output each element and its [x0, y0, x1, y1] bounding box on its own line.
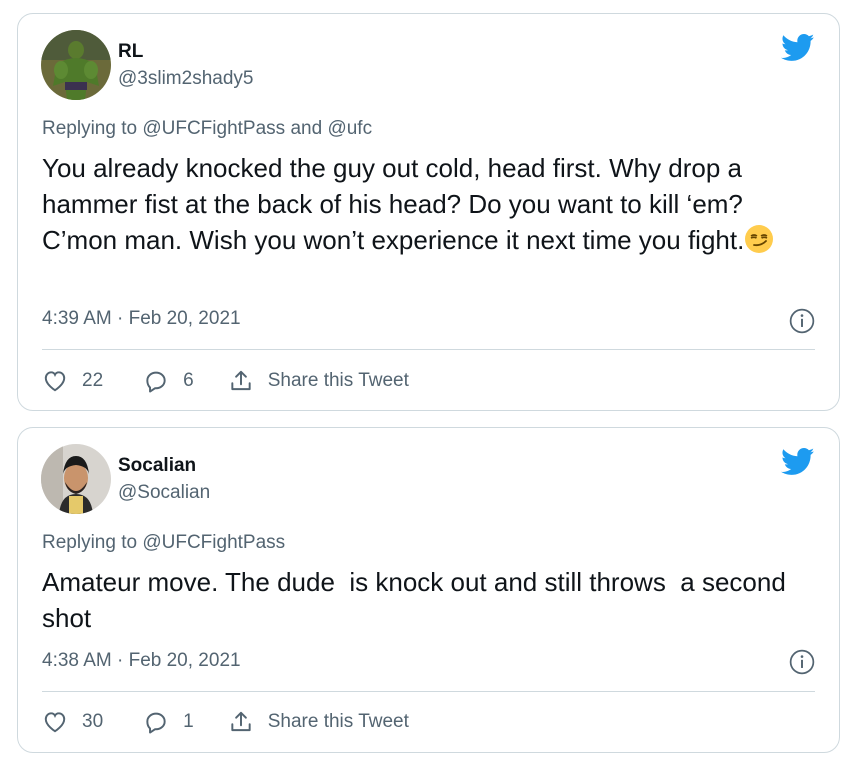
replying-prefix: Replying to [42, 532, 138, 553]
replying-prefix: Replying to [42, 118, 138, 139]
reply-button[interactable]: 6 [143, 368, 194, 394]
tweet-timestamp[interactable]: 4:39 AM · Feb 20, 2021 [42, 308, 241, 330]
display-name[interactable]: Socalian [118, 455, 196, 477]
heart-icon [44, 371, 66, 392]
share-icon [231, 711, 251, 732]
replying-to-line: Replying to @UFCFightPass and @ufc [42, 118, 372, 140]
reply-bubble-icon [146, 371, 166, 393]
mention-link[interactable]: @ufc [327, 118, 372, 139]
share-button[interactable]: Share this Tweet [228, 368, 409, 394]
twitter-bird-icon[interactable] [781, 34, 815, 62]
tweet-timestamp[interactable]: 4:38 AM · Feb 20, 2021 [42, 650, 241, 672]
info-icon[interactable] [789, 649, 815, 675]
share-button[interactable]: Share this Tweet [228, 709, 409, 735]
tweet-text: Amateur move. The dude is knock out and … [42, 567, 794, 633]
like-button[interactable]: 22 [42, 368, 103, 394]
mention-link[interactable]: @UFCFightPass [142, 118, 285, 139]
tweet-card[interactable]: RL @3slim2shady5 Replying to @UFCFightPa… [17, 13, 840, 411]
replying-to-line: Replying to @UFCFightPass [42, 532, 285, 554]
reply-count: 1 [183, 711, 194, 732]
reply-count: 6 [183, 370, 194, 391]
avatar[interactable] [41, 30, 111, 100]
username-handle[interactable]: @3slim2shady5 [118, 68, 253, 90]
mention-link[interactable]: @UFCFightPass [142, 532, 285, 553]
smirking-face-emoji [745, 225, 774, 253]
share-icon [231, 370, 251, 391]
share-label: Share this Tweet [267, 711, 409, 732]
like-count: 22 [82, 370, 104, 391]
twitter-bird-icon[interactable] [781, 448, 815, 476]
divider [42, 691, 815, 692]
heart-icon [44, 712, 66, 733]
action-bar: 30 1 Share this Tweet [42, 707, 815, 737]
tweet-text-content: You already knocked the guy out cold, he… [42, 153, 745, 255]
divider [42, 349, 815, 350]
like-button[interactable]: 30 [42, 709, 103, 735]
reply-button[interactable]: 1 [143, 709, 194, 735]
username-handle[interactable]: @Socalian [118, 482, 210, 504]
tweet-text: You already knocked the guy out cold, he… [42, 150, 822, 258]
like-count: 30 [82, 711, 104, 732]
share-label: Share this Tweet [267, 370, 409, 391]
avatar[interactable] [41, 444, 111, 514]
replying-join: and [290, 118, 323, 139]
reply-bubble-icon [146, 712, 166, 734]
action-bar: 22 6 Share this Tweet [42, 366, 815, 396]
display-name[interactable]: RL [118, 41, 143, 63]
tweet-card[interactable]: Socalian @Socalian Replying to @UFCFight… [17, 427, 840, 753]
info-icon[interactable] [789, 308, 815, 334]
